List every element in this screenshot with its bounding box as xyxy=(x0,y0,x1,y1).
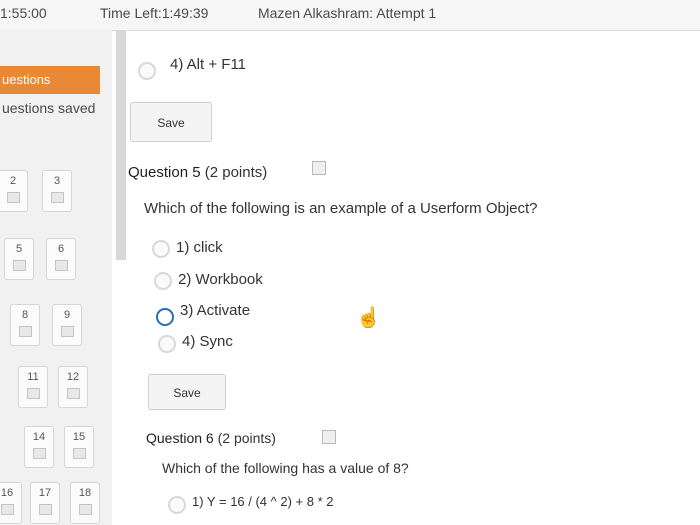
option-radio[interactable] xyxy=(158,335,176,353)
navigator-scrollbar[interactable] xyxy=(116,30,126,260)
quiz-content: 4) Alt + F11 Save Question 5 (2 points) … xyxy=(126,30,700,525)
option-radio[interactable] xyxy=(154,272,172,290)
option-radio[interactable] xyxy=(138,62,156,80)
flag-icon xyxy=(72,448,86,459)
question-number: 17 xyxy=(38,487,52,499)
question-5-text: Which of the following is an example of … xyxy=(144,200,538,217)
questions-saved-status: uestions saved xyxy=(2,100,96,116)
option-label: 4) Sync xyxy=(182,333,233,350)
flag-icon xyxy=(66,388,80,399)
question-tile-16[interactable]: 16 xyxy=(0,482,22,524)
flag-icon xyxy=(6,192,20,203)
questions-header[interactable]: uestions xyxy=(0,66,100,94)
elapsed-time: 1:55:00 xyxy=(0,5,47,21)
user-attempt: Mazen Alkashram: Attempt 1 xyxy=(258,5,437,21)
flag-icon xyxy=(0,504,14,515)
question-number: 3 xyxy=(53,175,61,187)
hand-cursor-icon: ☝ xyxy=(356,307,381,329)
question-5-points: (2 points) xyxy=(204,164,268,181)
save-button[interactable]: Save xyxy=(148,374,226,410)
question-tile-8[interactable]: 8 xyxy=(10,304,40,346)
save-button[interactable]: Save xyxy=(130,102,212,142)
question-tile-12[interactable]: 12 xyxy=(58,366,88,408)
timer-bar: 1:55:00 Time Left:1:49:39 Mazen Alkashra… xyxy=(0,0,700,31)
time-left: Time Left:1:49:39 xyxy=(100,5,209,21)
option-radio[interactable] xyxy=(152,240,170,258)
question-tile-5[interactable]: 5 xyxy=(4,238,34,280)
flag-icon xyxy=(38,504,52,515)
question-number: 12 xyxy=(66,371,80,383)
question-tile-2[interactable]: 2 xyxy=(0,170,28,212)
flag-icon xyxy=(54,260,68,271)
option-label: 1) click xyxy=(176,239,223,256)
bookmark-icon[interactable] xyxy=(322,430,336,444)
question-6-title: Question 6 (2 points) xyxy=(146,430,276,446)
question-number: 11 xyxy=(27,371,39,383)
question-tile-15[interactable]: 15 xyxy=(64,426,94,468)
question-6-points: (2 points) xyxy=(217,430,276,446)
question-number: 15 xyxy=(72,431,86,443)
question-tile-18[interactable]: 18 xyxy=(70,482,100,524)
option-radio[interactable] xyxy=(168,496,186,514)
question-number: 6 xyxy=(57,243,65,255)
question-tile-9[interactable]: 9 xyxy=(52,304,82,346)
question-number: 18 xyxy=(78,487,92,499)
question-number: 8 xyxy=(21,309,29,321)
question-tile-3[interactable]: 3 xyxy=(42,170,72,212)
flag-icon xyxy=(26,388,40,399)
option-label: 4) Alt + F11 xyxy=(170,56,247,73)
flag-icon xyxy=(18,326,32,337)
flag-icon xyxy=(60,326,74,337)
question-6-label: Question 6 xyxy=(146,430,214,446)
option-label: 2) Workbook xyxy=(178,271,263,288)
question-tile-14[interactable]: 14 xyxy=(24,426,54,468)
question-5-label: Question 5 xyxy=(128,164,201,181)
question-number: 16 xyxy=(0,487,14,499)
question-tile-11[interactable]: 11 xyxy=(18,366,48,408)
question-tile-17[interactable]: 17 xyxy=(30,482,60,524)
question-5-title: Question 5 (2 points) xyxy=(128,164,267,181)
flag-icon xyxy=(50,192,64,203)
question-number: 14 xyxy=(32,431,46,443)
option-label: 1) Y = 16 / (4 ^ 2) + 8 * 2 xyxy=(192,494,334,509)
flag-icon xyxy=(12,260,26,271)
option-label: 3) Activate xyxy=(180,302,251,319)
question-6-text: Which of the following has a value of 8? xyxy=(162,460,409,476)
question-navigator: uestions uestions saved 2 3 5 6 8 9 11 1… xyxy=(0,30,112,525)
question-tile-6[interactable]: 6 xyxy=(46,238,76,280)
selected-radio[interactable] xyxy=(156,308,174,326)
question-number: 5 xyxy=(15,243,23,255)
flag-icon xyxy=(78,504,92,515)
flag-icon xyxy=(32,448,46,459)
question-number: 2 xyxy=(9,175,17,187)
question-number: 9 xyxy=(63,309,71,321)
bookmark-icon[interactable] xyxy=(312,161,326,175)
